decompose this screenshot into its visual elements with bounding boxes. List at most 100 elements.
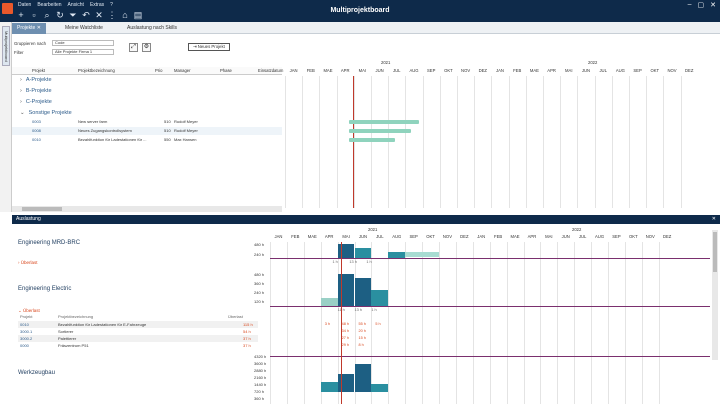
month-label: SEP — [633, 68, 642, 73]
col-projekt[interactable]: Projekt — [32, 68, 45, 73]
group-c[interactable]: › C-Projekte — [20, 99, 52, 105]
table-row[interactable]: 0003 New server farm 510 Rudolf Meyer — [12, 118, 282, 126]
load-cell[interactable] — [354, 364, 372, 392]
group-select[interactable]: Code — [52, 40, 114, 46]
filter-select[interactable]: Alle Projekte Firma 1 — [52, 49, 114, 55]
cell-value: 48 h — [341, 322, 349, 326]
filter-label: Filter — [14, 50, 24, 55]
group-label: A-Projekte — [25, 77, 52, 83]
grid-line — [540, 242, 542, 404]
tab-projekte[interactable]: Projekte ✕ — [12, 23, 46, 34]
sidebar-vertical-tab[interactable]: Multiprojektboard — [2, 26, 10, 66]
grid-line — [422, 242, 424, 404]
gantt-bar[interactable] — [349, 120, 419, 124]
month-label: MAE — [323, 68, 333, 73]
month-label: APR — [340, 68, 350, 73]
grid-line — [508, 76, 510, 208]
project-prio: 510 — [164, 119, 171, 124]
tab-bar: Projekte ✕ Meine Watchliste Auslastung n… — [12, 22, 720, 34]
cell-value: 1 h — [371, 308, 377, 312]
project-code: 0010 — [20, 322, 29, 327]
month-label: SEP — [612, 234, 621, 239]
month-label: JAN — [274, 234, 283, 239]
month-label: APR — [527, 234, 537, 239]
group-label: C-Projekte — [25, 99, 52, 105]
load-cell[interactable] — [422, 252, 439, 257]
month-label: NOV — [667, 68, 677, 73]
tab-skills[interactable]: Auslastung nach Skills — [122, 23, 182, 34]
tab-watchliste[interactable]: Meine Watchliste — [60, 23, 108, 34]
grid-line — [320, 242, 322, 404]
close-icon[interactable]: ✕ — [712, 215, 716, 224]
section-label: Engineering MRD-BRC — [18, 240, 81, 246]
month-label: FEB — [291, 234, 300, 239]
table-row[interactable]: 0000 Fräszentrum P51 37 h — [18, 342, 258, 349]
overload-value: 37 h — [243, 343, 251, 348]
month-label: NOV — [442, 234, 452, 239]
col-einsatz[interactable]: Einsatzdatum — [258, 68, 283, 73]
project-code: 0000 — [20, 343, 29, 348]
load-cell[interactable] — [354, 248, 372, 258]
group-a[interactable]: › A-Projekte — [20, 77, 52, 83]
y-axis-label: 4320 h — [254, 354, 267, 359]
cell-value: 13 h — [349, 260, 357, 264]
table-row[interactable]: 0010 Bezahlfunktion für Ladestationen fü… — [12, 136, 282, 144]
y-axis-label: 240 h — [254, 290, 265, 295]
col-prio[interactable]: Prio — [155, 68, 162, 73]
project-code: 3000.2 — [20, 336, 33, 341]
vertical-scrollbar[interactable] — [712, 230, 718, 360]
grid-line — [594, 76, 596, 208]
load-cell[interactable] — [320, 298, 338, 306]
capacity-line — [270, 306, 710, 307]
load-cell[interactable] — [354, 278, 372, 306]
settings-icon[interactable]: ⚙ — [142, 43, 151, 52]
month-label: DEZ — [662, 234, 672, 239]
grid-line — [543, 76, 544, 208]
gantt-bar[interactable] — [349, 129, 411, 133]
today-line — [340, 242, 342, 404]
col-phase[interactable]: Phase — [220, 68, 232, 73]
year-label: 2022 — [588, 60, 598, 65]
grid-line — [303, 242, 305, 404]
window-close-icon[interactable]: ✕ — [710, 1, 716, 9]
cell-value: 1 h — [332, 260, 338, 264]
scroll-thumb[interactable] — [22, 207, 62, 211]
table-row[interactable]: 0010 Bezahlfunktion für Ladestationen für… — [18, 321, 258, 328]
col-bezeichnung[interactable]: Projektbezeichnung — [78, 68, 115, 73]
horizontal-scrollbar[interactable] — [12, 206, 282, 212]
chevron-down-icon: ⌄ — [20, 110, 25, 116]
minimize-icon[interactable]: – — [688, 1, 692, 9]
expand-icon[interactable]: ⤢ — [129, 43, 138, 52]
group-sonstige[interactable]: ⌄ Sonstige Projekte — [20, 110, 72, 116]
table-row[interactable]: 3000.2 Palettierer 37 h — [18, 335, 258, 342]
maximize-icon[interactable]: ▢ — [698, 1, 705, 9]
month-label: AUG — [409, 68, 419, 73]
month-label: DEZ — [478, 68, 487, 73]
cell-value: 13 h — [354, 308, 362, 312]
y-axis-label: 480 h — [254, 242, 265, 247]
filter-panel: Gruppieren nach Code Filter Alle Projekt… — [12, 34, 282, 64]
group-b[interactable]: › B-Projekte — [20, 88, 52, 94]
cell-value: 55 h — [358, 322, 366, 326]
close-icon[interactable]: ✕ — [37, 25, 41, 31]
new-project-button[interactable]: ⇥ Neues Projekt — [188, 43, 230, 51]
overload-toggle[interactable]: › Überlast — [18, 260, 38, 265]
month-label: AUG — [392, 234, 402, 239]
project-code: 3000.1 — [20, 329, 33, 334]
table-row[interactable]: 3000.1 Sortierer 54 h — [18, 328, 258, 335]
scroll-thumb[interactable] — [713, 232, 717, 272]
grid-line — [457, 76, 458, 208]
table-row[interactable]: 0008 Neues Zugangskontrollsystem 510 Rud… — [12, 127, 282, 135]
grid-line — [506, 242, 508, 404]
cell-value: 15 h — [358, 336, 366, 340]
col-manager[interactable]: Manager — [174, 68, 191, 73]
load-cell[interactable] — [405, 252, 423, 257]
load-cell[interactable] — [320, 382, 338, 392]
capacity-line — [270, 258, 710, 259]
grid-line — [624, 242, 626, 404]
load-cell[interactable] — [371, 290, 389, 306]
gantt-bar[interactable] — [349, 138, 395, 142]
y-axis-label: 360 h — [254, 396, 265, 401]
load-cell[interactable] — [371, 384, 389, 392]
overload-value: 115 h — [243, 322, 253, 327]
